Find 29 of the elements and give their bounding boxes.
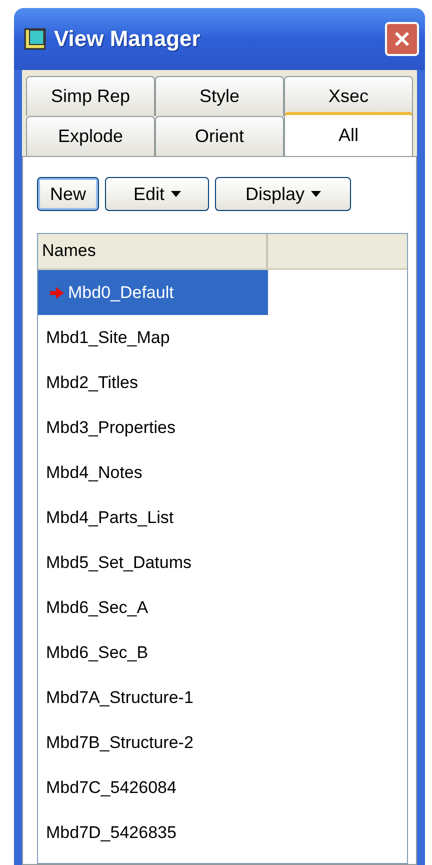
list-item[interactable]: Mbd7D_5426835 [38, 810, 176, 855]
tab[interactable]: Xsec [284, 76, 413, 116]
list-item[interactable]: Mbd7B_Structure-2 [38, 720, 194, 765]
tab[interactable]: Simp Rep [26, 76, 155, 116]
list-item[interactable]: Mbd6_Sec_A [38, 585, 148, 630]
close-button[interactable] [385, 22, 419, 56]
window-title: View Manager [54, 26, 202, 52]
caret-icon [170, 191, 181, 197]
list-item[interactable]: Mbd0_Default [38, 270, 268, 315]
arrow-icon [50, 286, 64, 298]
tab[interactable]: Style [155, 76, 284, 116]
list-item[interactable]: Mbd1_Site_Map [38, 315, 170, 360]
tab[interactable]: Orient [155, 116, 284, 156]
caret-icon [310, 191, 321, 197]
list-item[interactable]: Mbd4_Parts_List [38, 495, 174, 540]
tab[interactable]: All [284, 112, 413, 156]
list-item[interactable]: Mbd5_Set_Datums [38, 540, 192, 585]
menu-button[interactable]: Display [215, 177, 351, 211]
list-item[interactable]: Mbd4_Notes [38, 450, 142, 495]
list-item[interactable]: Mbd7C_5426084 [38, 765, 176, 810]
tab[interactable]: Explode [26, 116, 155, 156]
list-item[interactable]: Mbd6_Sec_B [38, 630, 148, 675]
list-item[interactable]: Mbd7A_Structure-1 [38, 675, 194, 720]
list-item[interactable]: Mbd3_Properties [38, 405, 176, 450]
menu-button[interactable]: Edit [105, 177, 209, 211]
close-icon [394, 31, 410, 47]
list-item[interactable]: Mbd2_Titles [38, 360, 138, 405]
button[interactable]: New [37, 177, 99, 211]
window-icon [24, 28, 46, 50]
